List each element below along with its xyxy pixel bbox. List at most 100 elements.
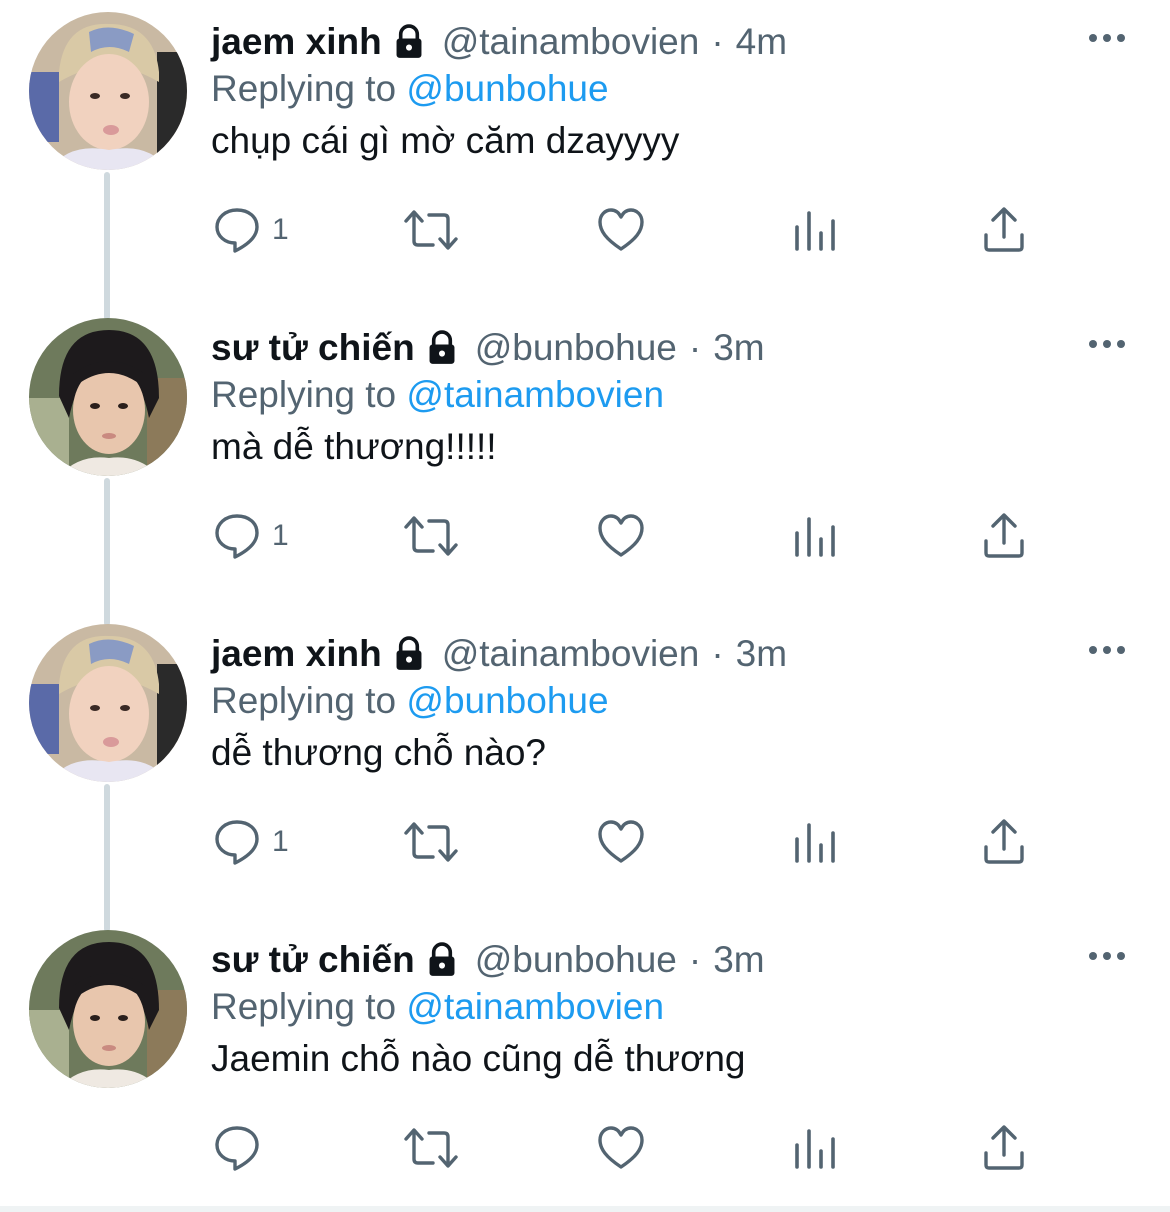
timestamp[interactable]: 4m: [736, 21, 787, 63]
display-name[interactable]: jaem xinh: [211, 21, 382, 63]
avatar[interactable]: [29, 624, 187, 782]
like-button[interactable]: [596, 812, 646, 872]
analytics-button[interactable]: [789, 200, 839, 260]
share-icon: [984, 1125, 1024, 1170]
share-button[interactable]: [979, 812, 1029, 872]
share-button[interactable]: [979, 506, 1029, 566]
lock-icon: [425, 330, 459, 366]
analytics-button[interactable]: [789, 1118, 839, 1178]
retweet-icon: [404, 210, 458, 250]
share-icon: [984, 207, 1024, 252]
timestamp[interactable]: 3m: [713, 327, 764, 369]
retweet-icon: [404, 516, 458, 556]
separator-dot: ·: [711, 633, 724, 674]
tweet[interactable]: jaem xinh @tainambovien · 3m Replying to…: [0, 612, 1170, 918]
separator-dot: ·: [688, 327, 702, 368]
more-icon[interactable]: [1086, 28, 1128, 48]
analytics-button[interactable]: [789, 812, 839, 872]
heart-icon: [598, 514, 644, 557]
mention-link[interactable]: @bunbohue: [406, 680, 608, 721]
analytics-button[interactable]: [789, 506, 839, 566]
heart-icon: [598, 208, 644, 251]
tweet-header: jaem xinh @tainambovien · 4m: [211, 16, 787, 68]
tweet-actions: 1: [0, 812, 1170, 872]
tweet-actions: 1: [0, 200, 1170, 260]
tweet-actions: 1: [0, 506, 1170, 566]
more-icon[interactable]: [1086, 640, 1128, 660]
like-button[interactable]: [596, 506, 646, 566]
like-button[interactable]: [596, 1118, 646, 1178]
user-handle[interactable]: @tainambovien: [442, 633, 700, 675]
analytics-icon: [795, 1129, 835, 1169]
avatar-image: [29, 318, 187, 476]
reply-count: 1: [272, 519, 289, 552]
like-button[interactable]: [596, 200, 646, 260]
reply-icon: [215, 208, 259, 253]
retweet-button[interactable]: [403, 200, 459, 260]
avatar[interactable]: [29, 12, 187, 170]
share-icon: [984, 819, 1024, 864]
retweet-icon: [404, 1128, 458, 1168]
tweet-text: mà dễ thương!!!!!: [211, 426, 497, 467]
tweet[interactable]: jaem xinh @tainambovien · 4m Replying to…: [0, 0, 1170, 306]
user-handle[interactable]: @tainambovien: [442, 21, 700, 63]
tweet[interactable]: sư tử chiến @bunbohue · 3m Replying to @…: [0, 306, 1170, 612]
display-name[interactable]: sư tử chiến: [211, 327, 415, 369]
reply-button[interactable]: 1: [212, 200, 289, 260]
reply-count: 1: [272, 825, 289, 858]
mention-link[interactable]: @tainambovien: [406, 986, 664, 1027]
separator-dot: ·: [688, 939, 702, 980]
reply-button[interactable]: [212, 1118, 272, 1178]
tweet[interactable]: sư tử chiến @bunbohue · 3m Replying to @…: [0, 918, 1170, 1212]
user-handle[interactable]: @bunbohue: [475, 939, 677, 981]
share-button[interactable]: [979, 200, 1029, 260]
mention-link[interactable]: @bunbohue: [406, 68, 608, 109]
replying-to: Replying to @bunbohue: [211, 68, 609, 110]
lock-icon: [392, 24, 426, 60]
retweet-button[interactable]: [403, 1118, 459, 1178]
tweet-header: jaem xinh @tainambovien · 3m: [211, 628, 787, 680]
mention-link[interactable]: @tainambovien: [406, 374, 664, 415]
retweet-icon: [404, 822, 458, 862]
replying-prefix: Replying to: [211, 68, 407, 109]
timeline-divider: [0, 1206, 1170, 1212]
analytics-icon: [795, 823, 835, 863]
heart-icon: [598, 1126, 644, 1169]
tweet-header: sư tử chiến @bunbohue · 3m: [211, 322, 765, 374]
avatar-image: [29, 930, 187, 1088]
retweet-button[interactable]: [403, 812, 459, 872]
display-name[interactable]: sư tử chiến: [211, 939, 415, 981]
analytics-icon: [795, 211, 835, 251]
user-handle[interactable]: @bunbohue: [475, 327, 677, 369]
analytics-icon: [795, 517, 835, 557]
heart-icon: [598, 820, 644, 863]
timestamp[interactable]: 3m: [713, 939, 764, 981]
reply-icon: [215, 1126, 259, 1171]
tweet-text: Jaemin chỗ nào cũng dễ thương: [211, 1038, 746, 1079]
lock-icon: [392, 636, 426, 672]
reply-button[interactable]: 1: [212, 506, 289, 566]
replying-to: Replying to @tainambovien: [211, 374, 664, 416]
tweet-header: sư tử chiến @bunbohue · 3m: [211, 934, 765, 986]
share-button[interactable]: [979, 1118, 1029, 1178]
replying-prefix: Replying to: [211, 374, 407, 415]
avatar-image: [29, 12, 187, 170]
replying-prefix: Replying to: [211, 986, 407, 1027]
reply-count: 1: [272, 213, 289, 246]
retweet-button[interactable]: [403, 506, 459, 566]
timestamp[interactable]: 3m: [736, 633, 787, 675]
avatar[interactable]: [29, 318, 187, 476]
reply-icon: [215, 820, 259, 865]
avatar[interactable]: [29, 930, 187, 1088]
avatar-image: [29, 624, 187, 782]
more-icon[interactable]: [1086, 946, 1128, 966]
lock-icon: [425, 942, 459, 978]
reply-button[interactable]: 1: [212, 812, 289, 872]
display-name[interactable]: jaem xinh: [211, 633, 382, 675]
share-icon: [984, 513, 1024, 558]
replying-to: Replying to @bunbohue: [211, 680, 609, 722]
more-icon[interactable]: [1086, 334, 1128, 354]
replying-to: Replying to @tainambovien: [211, 986, 664, 1028]
reply-icon: [215, 514, 259, 559]
tweet-text: chụp cái gì mờ căm dzayyyy: [211, 120, 680, 161]
